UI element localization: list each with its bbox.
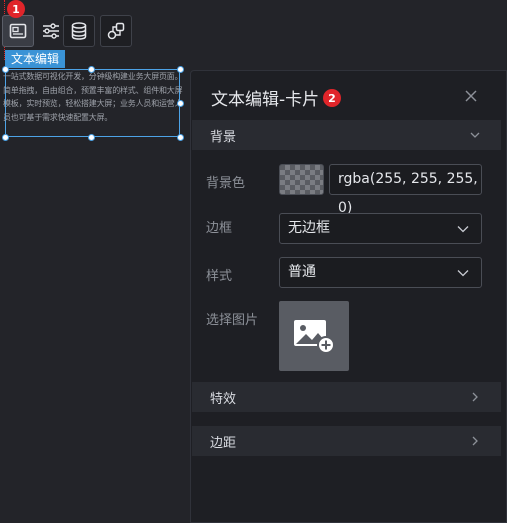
step-badge-1: 1 xyxy=(7,0,25,18)
chevron-right-icon xyxy=(472,436,478,446)
resize-handle-r[interactable] xyxy=(177,100,184,107)
add-image-icon xyxy=(294,320,335,354)
close-icon[interactable] xyxy=(464,89,478,103)
border-select[interactable]: 无边框 xyxy=(279,213,482,244)
chevron-right-icon xyxy=(472,392,478,402)
database-icon xyxy=(71,22,87,40)
chevron-down-icon xyxy=(457,270,469,277)
bg-color-swatch[interactable] xyxy=(279,164,324,195)
image-card-icon xyxy=(9,23,27,39)
toolbar-interaction-button[interactable] xyxy=(100,15,132,47)
link-shapes-icon xyxy=(107,22,125,40)
panel-title: 文本编辑-卡片 xyxy=(211,90,320,110)
image-label: 选择图片 xyxy=(206,313,259,328)
image-picker-button[interactable] xyxy=(279,301,349,371)
chevron-down-icon xyxy=(457,226,469,233)
resize-handle-bl[interactable] xyxy=(2,134,9,141)
section-effects-header[interactable]: 特效 xyxy=(192,382,501,412)
section-margin-label: 边距 xyxy=(210,435,237,451)
component-tag[interactable]: 文本编辑 xyxy=(5,50,66,68)
border-select-value: 无边框 xyxy=(288,220,330,236)
toolbar-data-button[interactable] xyxy=(63,15,95,47)
section-margin-header[interactable]: 边距 xyxy=(192,426,501,456)
chevron-down-icon xyxy=(470,132,480,138)
section-background-label: 背景 xyxy=(210,129,237,145)
bg-color-label: 背景色 xyxy=(206,176,246,191)
style-select-value: 普通 xyxy=(288,264,316,280)
style-select[interactable]: 普通 xyxy=(279,257,482,288)
border-label: 边框 xyxy=(206,221,233,236)
toolbar-style-button[interactable] xyxy=(2,15,34,47)
card-settings-panel: 文本编辑-卡片 2 背景 背景色 rgba(255, 255, 255, 0) … xyxy=(190,70,507,523)
resize-handle-tl[interactable] xyxy=(2,66,9,73)
text-component-content: 一站式数据可视化开发，分钟级构建业务大屏页面。简单拖拽，自由组合，预置丰富的样式… xyxy=(3,72,183,122)
resize-handle-tr[interactable] xyxy=(177,66,184,73)
section-effects-label: 特效 xyxy=(210,391,237,407)
style-label: 样式 xyxy=(206,269,233,284)
resize-handle-t[interactable] xyxy=(88,66,95,73)
sliders-icon xyxy=(43,23,59,39)
resize-handle-br[interactable] xyxy=(177,134,184,141)
resize-handle-b[interactable] xyxy=(88,134,95,141)
section-background-header[interactable]: 背景 xyxy=(192,120,501,150)
step-badge-2: 2 xyxy=(323,89,341,107)
bg-color-input[interactable]: rgba(255, 255, 255, 0) xyxy=(329,164,482,216)
